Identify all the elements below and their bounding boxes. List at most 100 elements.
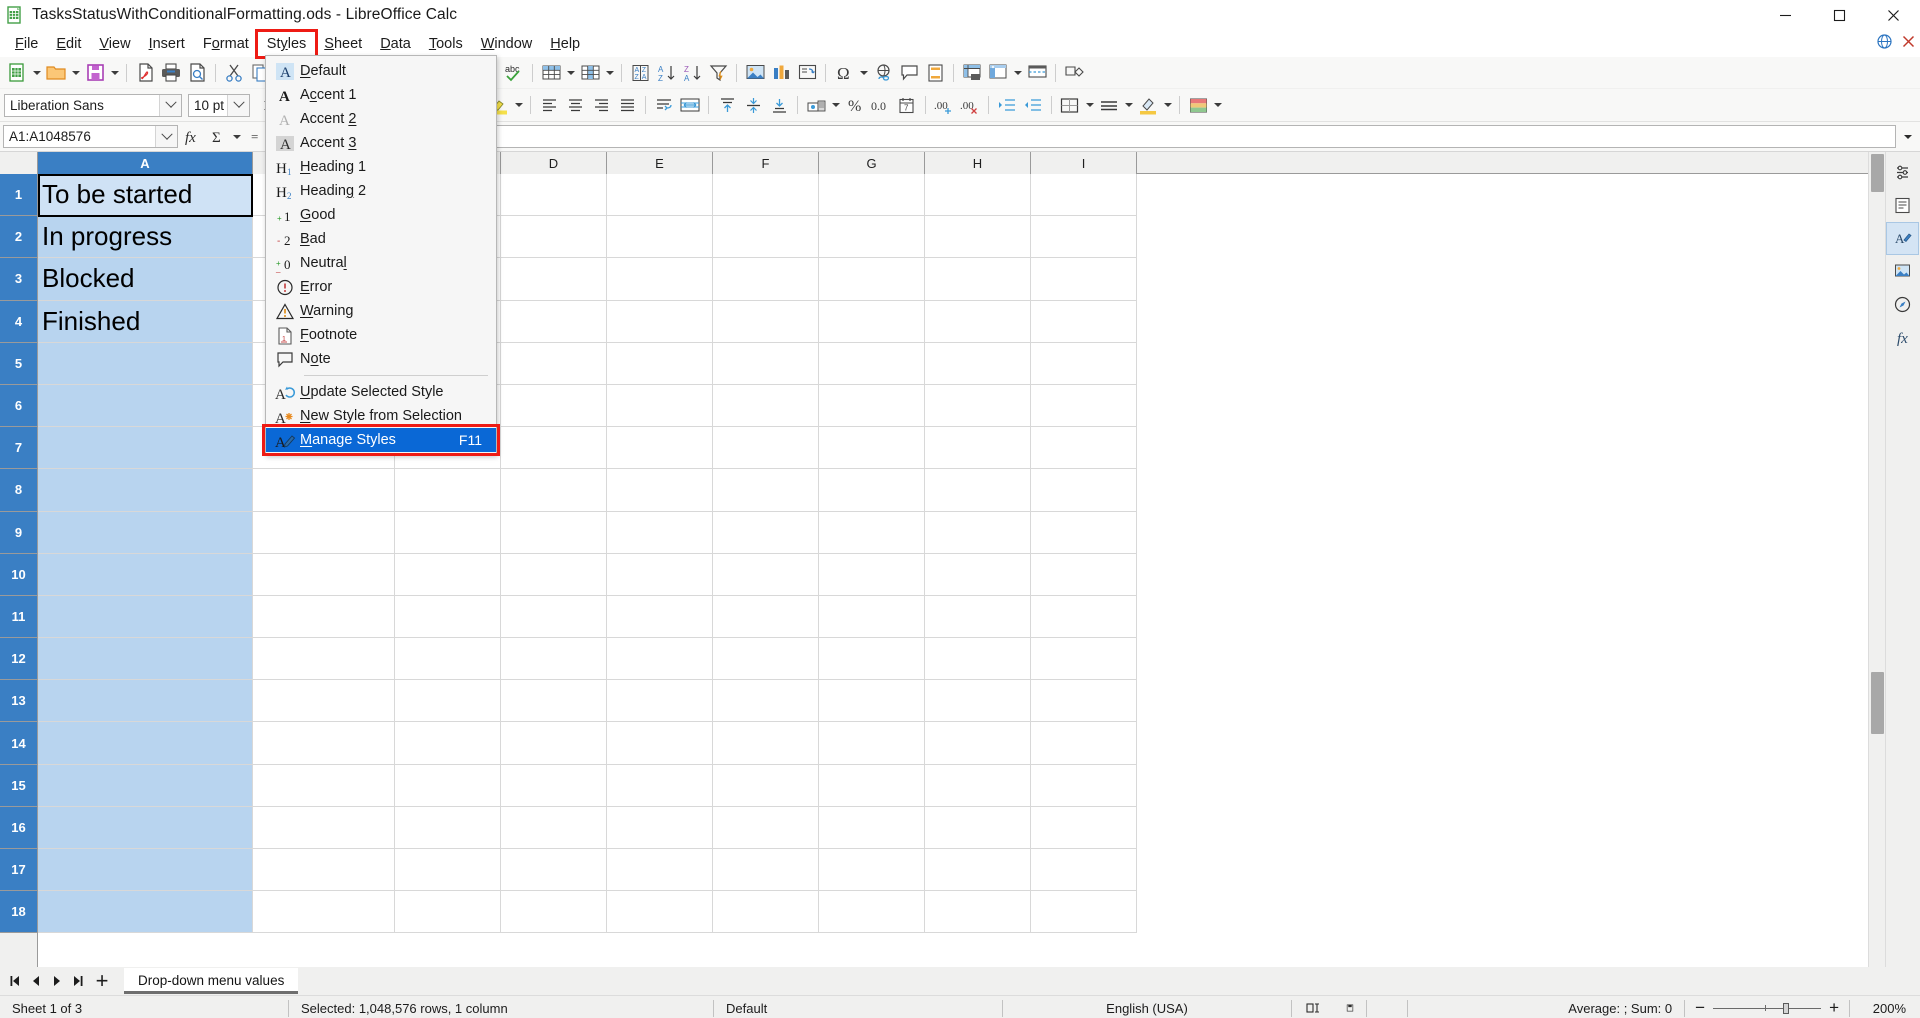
- row-header-18[interactable]: 18: [0, 891, 37, 933]
- zoom-in-button[interactable]: +: [1829, 998, 1839, 1018]
- styles-menu-item-accent-3[interactable]: AAccent 3: [266, 131, 496, 155]
- styles-menu-item-update-selected-style[interactable]: AUpdate Selected Style: [266, 380, 496, 404]
- cell-F12[interactable]: [713, 638, 819, 680]
- cell-H13[interactable]: [925, 680, 1031, 722]
- zoom-level[interactable]: 200%: [1850, 996, 1920, 1018]
- cell-A10[interactable]: [38, 554, 253, 596]
- cell-A7[interactable]: [38, 427, 253, 469]
- cell-C12[interactable]: [395, 638, 501, 680]
- cell-A4[interactable]: Finished: [38, 301, 253, 343]
- cell-C11[interactable]: [395, 596, 501, 638]
- column-header-i[interactable]: I: [1031, 152, 1137, 174]
- cell-H5[interactable]: [925, 343, 1031, 385]
- styles-menu-item-neutral[interactable]: +_0Neutral: [266, 251, 496, 275]
- cell-F13[interactable]: [713, 680, 819, 722]
- cell-H1[interactable]: [925, 174, 1031, 216]
- align-center-vertical-icon[interactable]: [740, 92, 766, 118]
- pivot-table-icon[interactable]: [794, 60, 820, 86]
- font-size-combobox[interactable]: 10 pt: [188, 94, 250, 117]
- insert-chart-icon[interactable]: [768, 60, 794, 86]
- cell-G13[interactable]: [819, 680, 925, 722]
- cell-I14[interactable]: [1031, 722, 1137, 764]
- cell-I10[interactable]: [1031, 554, 1137, 596]
- select-all-corner[interactable]: [0, 152, 38, 174]
- headers-footers-icon[interactable]: [922, 60, 948, 86]
- cell-F10[interactable]: [713, 554, 819, 596]
- next-sheet-icon[interactable]: [46, 969, 67, 993]
- sidebar-settings-icon[interactable]: [1886, 156, 1919, 189]
- sheet-tab-dropdown-menu-values[interactable]: Drop-down menu values: [124, 968, 298, 994]
- menu-styles[interactable]: Styles: [258, 32, 316, 56]
- cell-A5[interactable]: [38, 343, 253, 385]
- vertical-scrollbar[interactable]: [1868, 152, 1885, 967]
- show-draw-functions-icon[interactable]: [1061, 60, 1087, 86]
- save-icon[interactable]: [82, 60, 108, 86]
- new-dropdown-arrow[interactable]: [30, 60, 43, 86]
- cell-F16[interactable]: [713, 807, 819, 849]
- cell-H10[interactable]: [925, 554, 1031, 596]
- cell-E16[interactable]: [607, 807, 713, 849]
- border-style-dropdown-arrow[interactable]: [1122, 92, 1135, 118]
- conditional-formatting-icon[interactable]: [1185, 92, 1211, 118]
- cell-A18[interactable]: [38, 891, 253, 933]
- globe-icon[interactable]: [1876, 33, 1893, 55]
- row-header-13[interactable]: 13: [0, 680, 37, 722]
- cell-C18[interactable]: [395, 891, 501, 933]
- styles-menu-item-bad[interactable]: -2Bad: [266, 227, 496, 251]
- cell-I1[interactable]: [1031, 174, 1137, 216]
- cell-H9[interactable]: [925, 512, 1031, 554]
- cell-G9[interactable]: [819, 512, 925, 554]
- cell-G15[interactable]: [819, 765, 925, 807]
- cell-B11[interactable]: [253, 596, 395, 638]
- cell-I17[interactable]: [1031, 849, 1137, 891]
- border-style-icon[interactable]: [1096, 92, 1122, 118]
- menu-help[interactable]: Help: [541, 32, 589, 56]
- merge-cells-icon[interactable]: [677, 92, 703, 118]
- cell-B15[interactable]: [253, 765, 395, 807]
- cell-I4[interactable]: [1031, 301, 1137, 343]
- row-header-10[interactable]: 10: [0, 554, 37, 596]
- first-sheet-icon[interactable]: [4, 969, 25, 993]
- cell-G2[interactable]: [819, 216, 925, 258]
- cell-C10[interactable]: [395, 554, 501, 596]
- cell-G14[interactable]: [819, 722, 925, 764]
- cell-E4[interactable]: [607, 301, 713, 343]
- cell-F8[interactable]: [713, 469, 819, 511]
- cell-H2[interactable]: [925, 216, 1031, 258]
- functions-panel-icon[interactable]: fx: [1886, 321, 1919, 354]
- cut-icon[interactable]: [221, 60, 247, 86]
- zoom-handle[interactable]: [1783, 1003, 1789, 1014]
- cell-C15[interactable]: [395, 765, 501, 807]
- cell-C13[interactable]: [395, 680, 501, 722]
- menu-file[interactable]: File: [6, 32, 47, 56]
- cell-C17[interactable]: [395, 849, 501, 891]
- cell-D12[interactable]: [501, 638, 607, 680]
- cell-F18[interactable]: [713, 891, 819, 933]
- cell-G17[interactable]: [819, 849, 925, 891]
- add-sheet-button[interactable]: +: [88, 969, 116, 993]
- cell-D3[interactable]: [501, 258, 607, 300]
- cell-D14[interactable]: [501, 722, 607, 764]
- cell-G7[interactable]: [819, 427, 925, 469]
- column-header-d[interactable]: D: [501, 152, 607, 174]
- column-icon[interactable]: [577, 60, 603, 86]
- cell-B10[interactable]: [253, 554, 395, 596]
- vertical-scroll-thumb-top[interactable]: [1871, 154, 1884, 192]
- language-info[interactable]: English (USA): [1003, 996, 1291, 1018]
- cell-D1[interactable]: [501, 174, 607, 216]
- cell-C14[interactable]: [395, 722, 501, 764]
- cell-H11[interactable]: [925, 596, 1031, 638]
- highlight-dropdown-arrow[interactable]: [512, 92, 525, 118]
- formula-input[interactable]: [286, 125, 1896, 148]
- column-header-e[interactable]: E: [607, 152, 713, 174]
- cell-E13[interactable]: [607, 680, 713, 722]
- format-as-percent-icon[interactable]: %: [842, 92, 868, 118]
- sum-icon[interactable]: Σ: [204, 124, 230, 150]
- row-header-4[interactable]: 4: [0, 301, 37, 343]
- column-header-g[interactable]: G: [819, 152, 925, 174]
- cell-F5[interactable]: [713, 343, 819, 385]
- styles-menu-item-heading-1[interactable]: H1Heading 1: [266, 155, 496, 179]
- cell-B13[interactable]: [253, 680, 395, 722]
- insert-image-icon[interactable]: [742, 60, 768, 86]
- menu-data[interactable]: Data: [371, 32, 420, 56]
